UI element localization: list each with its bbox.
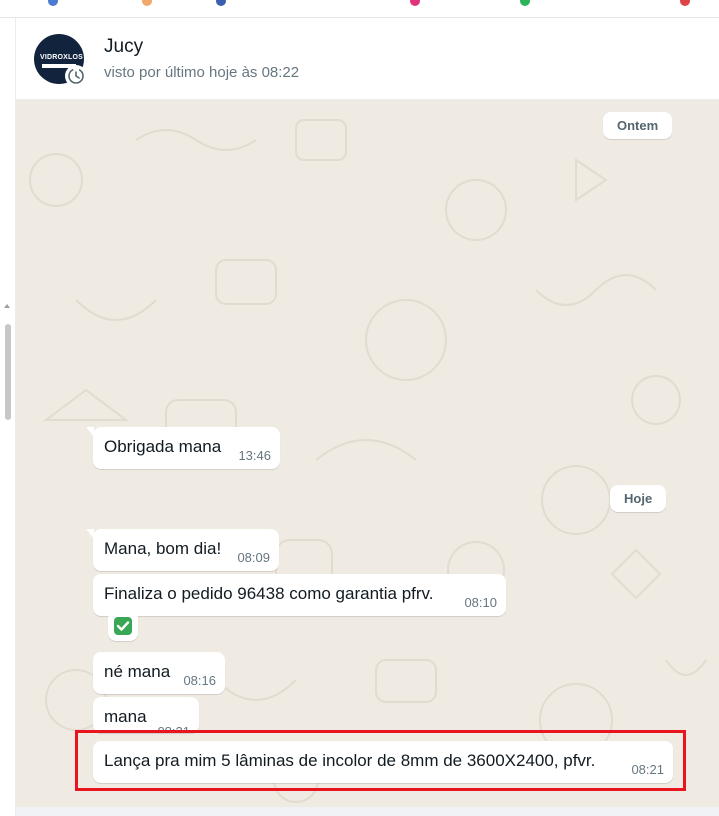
- message-bubble[interactable]: Finaliza o pedido 96438 como garantia pf…: [93, 574, 506, 616]
- white-check-mark-icon: [114, 617, 132, 635]
- message-text: Finaliza o pedido 96438 como garantia pf…: [104, 584, 434, 603]
- bookmark-icon[interactable]: [680, 0, 690, 6]
- message-text: Obrigada mana: [104, 437, 222, 456]
- chat-header[interactable]: VIDROXLOS Jucy visto por último hoje às …: [16, 18, 719, 100]
- composer-bar-edge: [16, 807, 719, 816]
- scrollbar-thumb[interactable]: [5, 324, 11, 420]
- bookmark-icon[interactable]: [520, 0, 530, 6]
- reaction-badge[interactable]: [108, 611, 138, 641]
- bubble-tail: [86, 427, 94, 437]
- message-time: 08:16: [183, 673, 216, 688]
- browser-bookmarks-strip: [0, 0, 719, 18]
- message-bubble[interactable]: Mana, bom dia! 08:09: [86, 529, 279, 571]
- scroll-up-arrow-icon[interactable]: [4, 304, 10, 308]
- bookmark-icon[interactable]: [142, 0, 152, 6]
- message-time: 08:09: [237, 550, 270, 565]
- bookmark-icon[interactable]: [410, 0, 420, 6]
- avatar-logo-text: VIDROXLOS: [40, 54, 84, 61]
- bubble-tail: [86, 529, 94, 539]
- message-time: 08:10: [464, 595, 497, 610]
- date-separator-ontem: Ontem: [603, 112, 673, 139]
- message-time: 08:21: [631, 762, 664, 777]
- disappearing-messages-icon: [65, 65, 87, 87]
- bookmark-icon[interactable]: [216, 0, 226, 6]
- last-seen-status: visto por último hoje às 08:22: [104, 64, 300, 81]
- message-bubble[interactable]: mana 08:21: [93, 697, 199, 733]
- message-bubble[interactable]: Obrigada mana 13:46: [86, 427, 280, 469]
- contact-name[interactable]: Jucy: [104, 36, 143, 58]
- message-time: 13:46: [238, 448, 271, 463]
- message-text: mana: [104, 707, 147, 726]
- message-bubble[interactable]: né mana 08:16: [93, 652, 225, 694]
- message-time: 08:21: [157, 724, 190, 733]
- date-separator-hoje: Hoje: [610, 485, 667, 512]
- message-text: né mana: [104, 662, 171, 681]
- bookmark-icon[interactable]: [48, 0, 58, 6]
- message-bubble[interactable]: Lança pra mim 5 lâminas de incolor de 8m…: [93, 741, 673, 783]
- chat-messages-area[interactable]: Ontem Obrigada mana 13:46 Hoje Mana, bom…: [16, 100, 719, 816]
- message-text: Lança pra mim 5 lâminas de incolor de 8m…: [104, 751, 596, 770]
- message-text: Mana, bom dia!: [104, 539, 222, 558]
